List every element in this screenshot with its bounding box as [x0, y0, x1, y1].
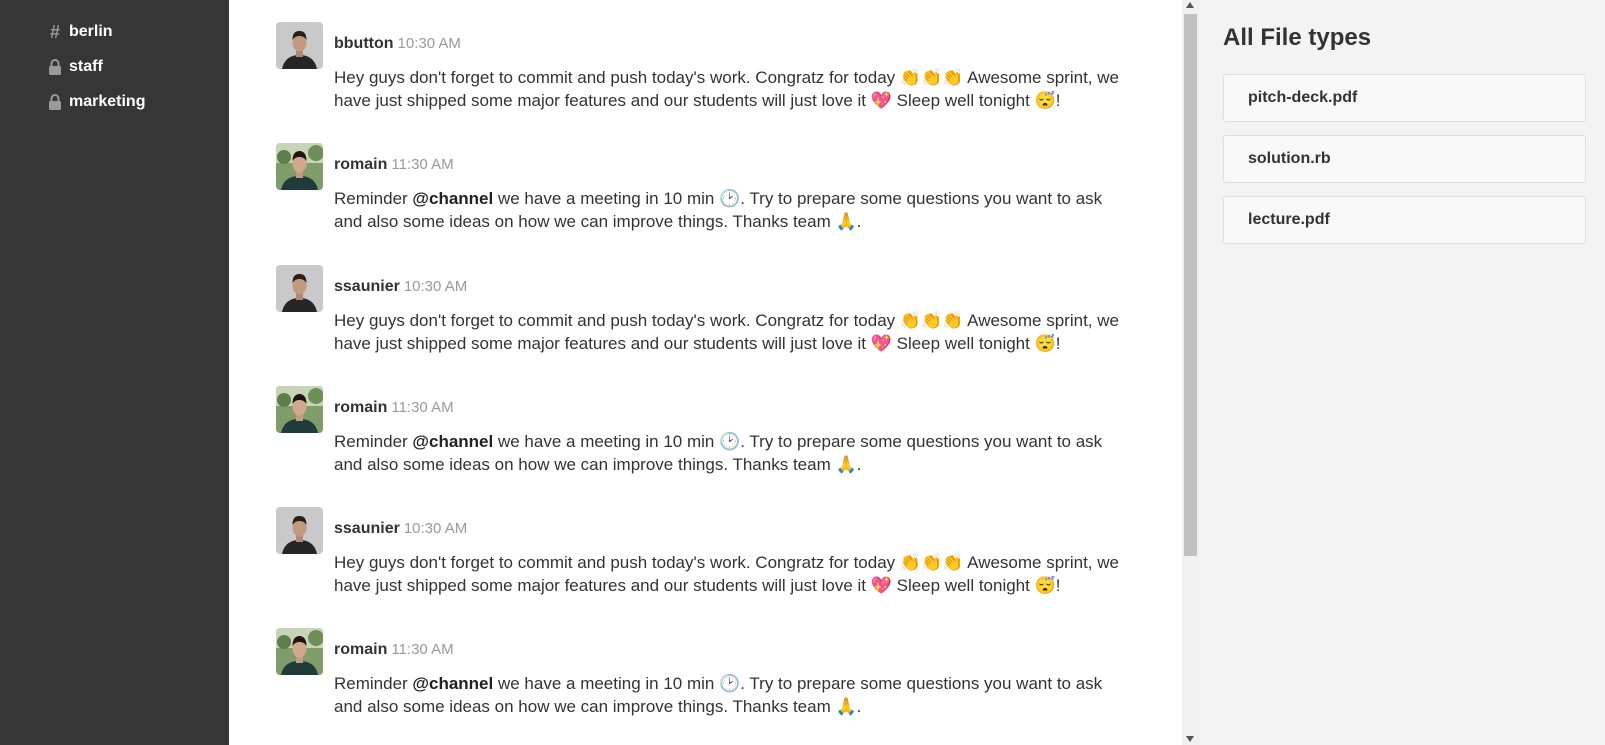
message-text-part: Hey guys don't forget to commit and push… — [334, 553, 1119, 595]
dark-avatar[interactable] — [276, 265, 323, 312]
message-text: Reminder @channel we have a meeting in 1… — [334, 672, 1134, 718]
timestamp: 11:30 AM — [391, 156, 454, 173]
files-panel-title: All File types — [1223, 24, 1372, 51]
channel-staff[interactable]: staff — [47, 55, 103, 79]
message-text-part: Reminder — [334, 674, 413, 693]
hash-icon: # — [49, 22, 60, 42]
message-scrollbar[interactable] — [1182, 0, 1199, 745]
message-text-part: Hey guys don't forget to commit and push… — [334, 311, 1119, 353]
message-header: bbutton 10:30 AM — [334, 35, 461, 53]
author-name[interactable]: bbutton — [334, 35, 394, 52]
dark-avatar[interactable] — [276, 507, 323, 554]
channel-berlin[interactable]: # berlin — [47, 20, 113, 44]
green-avatar[interactable] — [276, 386, 323, 433]
message-list: bbutton 10:30 AM Hey guys don't forget to… — [229, 0, 1182, 745]
message-text-part: Reminder — [334, 432, 413, 451]
channel-marketing[interactable]: marketing — [47, 90, 145, 114]
green-avatar[interactable] — [276, 628, 323, 675]
timestamp: 10:30 AM — [403, 520, 468, 537]
channel-label: marketing — [69, 93, 146, 110]
timestamp: 10:30 AM — [397, 35, 461, 52]
message-text: Hey guys don't forget to commit and push… — [334, 309, 1134, 355]
author-name[interactable]: ssaunier — [334, 520, 400, 537]
channel-sidebar: # berlin staff marketing — [0, 0, 229, 745]
message-text-part: Hey guys don't forget to commit and push… — [334, 68, 1119, 110]
channel-label: berlin — [69, 23, 113, 40]
files-panel: All File types pitch-deck.pdf solution.r… — [1199, 0, 1605, 745]
message-header: romain 11:30 AM — [334, 399, 454, 417]
channel-mention[interactable]: @channel — [412, 432, 493, 451]
scroll-up-arrow-icon[interactable] — [1186, 2, 1194, 8]
channel-mention[interactable]: @channel — [412, 674, 493, 693]
author-name[interactable]: romain — [334, 399, 387, 416]
author-name[interactable]: romain — [334, 641, 387, 658]
scrollbar-thumb[interactable] — [1184, 14, 1197, 556]
author-name[interactable]: romain — [334, 156, 387, 173]
message-header: ssaunier 10:30 AM — [334, 520, 467, 538]
channel-label: staff — [69, 58, 103, 75]
dark-avatar[interactable] — [276, 22, 323, 69]
lock-icon — [47, 58, 63, 76]
message-text-part: Reminder — [334, 189, 413, 208]
green-avatar[interactable] — [276, 143, 323, 190]
author-name[interactable]: ssaunier — [334, 278, 400, 295]
timestamp: 10:30 AM — [403, 278, 468, 295]
message-text: Hey guys don't forget to commit and push… — [334, 551, 1134, 597]
lock-icon — [47, 93, 63, 111]
message-text: Reminder @channel we have a meeting in 1… — [334, 430, 1134, 476]
message-text: Reminder @channel we have a meeting in 1… — [334, 187, 1134, 233]
channel-mention[interactable]: @channel — [412, 189, 493, 208]
timestamp: 11:30 AM — [391, 641, 454, 658]
message-header: romain 11:30 AM — [334, 641, 454, 659]
file-item[interactable]: pitch-deck.pdf — [1223, 74, 1586, 122]
timestamp: 11:30 AM — [391, 399, 454, 416]
message-text: Hey guys don't forget to commit and push… — [334, 66, 1134, 112]
message-header: romain 11:30 AM — [334, 156, 454, 174]
message-header: ssaunier 10:30 AM — [334, 278, 467, 296]
scroll-down-arrow-icon[interactable] — [1186, 736, 1194, 742]
file-item[interactable]: lecture.pdf — [1223, 196, 1586, 244]
file-item[interactable]: solution.rb — [1223, 135, 1586, 183]
